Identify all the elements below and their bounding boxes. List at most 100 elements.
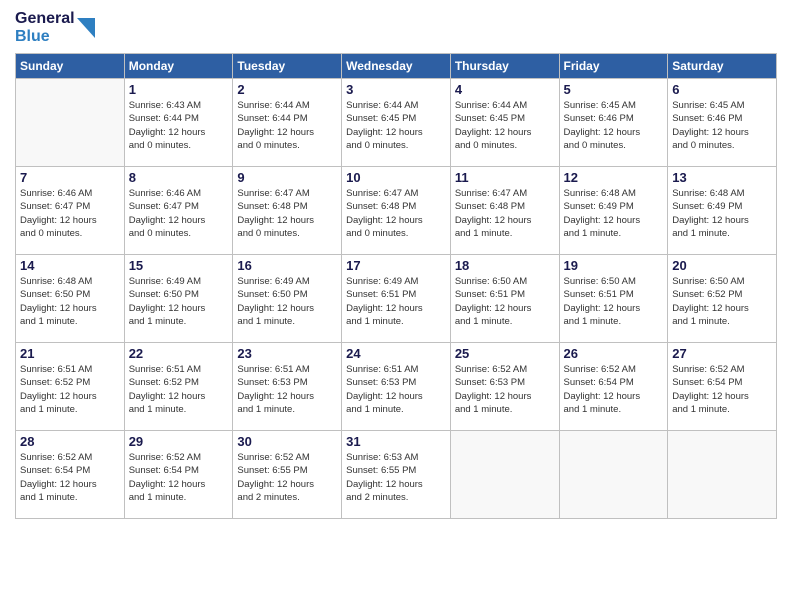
day-info: Sunrise: 6:52 AM Sunset: 6:54 PM Dayligh… [129, 451, 229, 504]
calendar-header-sunday: Sunday [16, 54, 125, 79]
calendar-header-monday: Monday [124, 54, 233, 79]
day-info: Sunrise: 6:48 AM Sunset: 6:49 PM Dayligh… [564, 187, 664, 240]
day-info: Sunrise: 6:47 AM Sunset: 6:48 PM Dayligh… [455, 187, 555, 240]
day-number: 9 [237, 170, 337, 185]
day-number: 1 [129, 82, 229, 97]
calendar-cell: 6Sunrise: 6:45 AM Sunset: 6:46 PM Daylig… [668, 79, 777, 167]
day-info: Sunrise: 6:50 AM Sunset: 6:52 PM Dayligh… [672, 275, 772, 328]
day-info: Sunrise: 6:51 AM Sunset: 6:52 PM Dayligh… [20, 363, 120, 416]
calendar-cell: 8Sunrise: 6:46 AM Sunset: 6:47 PM Daylig… [124, 167, 233, 255]
day-info: Sunrise: 6:47 AM Sunset: 6:48 PM Dayligh… [346, 187, 446, 240]
calendar: SundayMondayTuesdayWednesdayThursdayFrid… [15, 53, 777, 519]
calendar-cell: 3 Sunrise: 6:44 AM Sunset: 6:45 PM Daylig… [342, 79, 451, 167]
calendar-header-friday: Friday [559, 54, 668, 79]
calendar-cell: 18 Sunrise: 6:50 AM Sunset: 6:51 PM Dayli… [450, 255, 559, 343]
day-info: Sunrise: 6:49 AM Sunset: 6:50 PM Dayligh… [237, 275, 337, 328]
day-info: Sunrise: 6:51 AM Sunset: 6:52 PM Dayligh… [129, 363, 229, 416]
day-info: Sunrise: 6:50 AM Sunset: 6:51 PM Dayligh… [455, 275, 555, 328]
day-info: Sunrise: 6:44 AM Sunset: 6:45 PM Dayligh… [346, 99, 446, 152]
day-info: Sunrise: 6:43 AM Sunset: 6:44 PM Dayligh… [129, 99, 229, 152]
day-number: 2 [237, 82, 337, 97]
calendar-cell: 4 Sunrise: 6:44 AM Sunset: 6:45 PM Daylig… [450, 79, 559, 167]
day-number: 25 [455, 346, 555, 361]
day-number: 3 [346, 82, 446, 97]
calendar-week-3: 14Sunrise: 6:48 AM Sunset: 6:50 PM Dayli… [16, 255, 777, 343]
day-number: 20 [672, 258, 772, 273]
day-info: Sunrise: 6:45 AM Sunset: 6:46 PM Dayligh… [564, 99, 664, 152]
day-number: 12 [564, 170, 664, 185]
calendar-week-2: 7 Sunrise: 6:46 AM Sunset: 6:47 PM Daylig… [16, 167, 777, 255]
day-number: 7 [20, 170, 120, 185]
calendar-cell: 5 Sunrise: 6:45 AM Sunset: 6:46 PM Daylig… [559, 79, 668, 167]
day-info: Sunrise: 6:52 AM Sunset: 6:54 PM Dayligh… [564, 363, 664, 416]
calendar-cell [559, 431, 668, 519]
calendar-cell: 20 Sunrise: 6:50 AM Sunset: 6:52 PM Dayli… [668, 255, 777, 343]
day-info: Sunrise: 6:44 AM Sunset: 6:45 PM Dayligh… [455, 99, 555, 152]
calendar-header-thursday: Thursday [450, 54, 559, 79]
calendar-header-row: SundayMondayTuesdayWednesdayThursdayFrid… [16, 54, 777, 79]
calendar-cell: 29 Sunrise: 6:52 AM Sunset: 6:54 PM Dayli… [124, 431, 233, 519]
day-info: Sunrise: 6:44 AM Sunset: 6:44 PM Dayligh… [237, 99, 337, 152]
calendar-cell: 21Sunrise: 6:51 AM Sunset: 6:52 PM Dayli… [16, 343, 125, 431]
day-info: Sunrise: 6:48 AM Sunset: 6:49 PM Dayligh… [672, 187, 772, 240]
day-number: 5 [564, 82, 664, 97]
calendar-cell: 15Sunrise: 6:49 AM Sunset: 6:50 PM Dayli… [124, 255, 233, 343]
day-info: Sunrise: 6:46 AM Sunset: 6:47 PM Dayligh… [20, 187, 120, 240]
calendar-cell [668, 431, 777, 519]
day-number: 18 [455, 258, 555, 273]
calendar-cell: 19 Sunrise: 6:50 AM Sunset: 6:51 PM Dayli… [559, 255, 668, 343]
day-number: 11 [455, 170, 555, 185]
calendar-week-4: 21Sunrise: 6:51 AM Sunset: 6:52 PM Dayli… [16, 343, 777, 431]
calendar-cell: 10 Sunrise: 6:47 AM Sunset: 6:48 PM Dayli… [342, 167, 451, 255]
calendar-header-tuesday: Tuesday [233, 54, 342, 79]
calendar-cell: 11 Sunrise: 6:47 AM Sunset: 6:48 PM Dayli… [450, 167, 559, 255]
day-number: 23 [237, 346, 337, 361]
calendar-cell: 30 Sunrise: 6:52 AM Sunset: 6:55 PM Dayli… [233, 431, 342, 519]
calendar-header-wednesday: Wednesday [342, 54, 451, 79]
day-number: 6 [672, 82, 772, 97]
logo-chevron-icon [77, 14, 95, 42]
calendar-cell: 23Sunrise: 6:51 AM Sunset: 6:53 PM Dayli… [233, 343, 342, 431]
day-number: 17 [346, 258, 446, 273]
calendar-cell: 22 Sunrise: 6:51 AM Sunset: 6:52 PM Dayli… [124, 343, 233, 431]
calendar-cell [450, 431, 559, 519]
calendar-cell [16, 79, 125, 167]
day-info: Sunrise: 6:51 AM Sunset: 6:53 PM Dayligh… [346, 363, 446, 416]
day-info: Sunrise: 6:53 AM Sunset: 6:55 PM Dayligh… [346, 451, 446, 504]
page-container: General Blue SundayMondayTuesdayWednesda… [0, 0, 792, 612]
day-number: 27 [672, 346, 772, 361]
calendar-cell: 14Sunrise: 6:48 AM Sunset: 6:50 PM Dayli… [16, 255, 125, 343]
day-number: 13 [672, 170, 772, 185]
day-info: Sunrise: 6:50 AM Sunset: 6:51 PM Dayligh… [564, 275, 664, 328]
calendar-cell: 31 Sunrise: 6:53 AM Sunset: 6:55 PM Dayli… [342, 431, 451, 519]
day-number: 4 [455, 82, 555, 97]
day-info: Sunrise: 6:52 AM Sunset: 6:55 PM Dayligh… [237, 451, 337, 504]
day-number: 26 [564, 346, 664, 361]
day-info: Sunrise: 6:52 AM Sunset: 6:54 PM Dayligh… [672, 363, 772, 416]
calendar-week-5: 28Sunrise: 6:52 AM Sunset: 6:54 PM Dayli… [16, 431, 777, 519]
calendar-week-1: 1 Sunrise: 6:43 AM Sunset: 6:44 PM Daylig… [16, 79, 777, 167]
day-info: Sunrise: 6:52 AM Sunset: 6:54 PM Dayligh… [20, 451, 120, 504]
day-number: 22 [129, 346, 229, 361]
day-info: Sunrise: 6:49 AM Sunset: 6:51 PM Dayligh… [346, 275, 446, 328]
day-info: Sunrise: 6:47 AM Sunset: 6:48 PM Dayligh… [237, 187, 337, 240]
day-number: 16 [237, 258, 337, 273]
logo: General Blue [15, 10, 95, 45]
calendar-cell: 2 Sunrise: 6:44 AM Sunset: 6:44 PM Daylig… [233, 79, 342, 167]
day-number: 19 [564, 258, 664, 273]
calendar-cell: 28Sunrise: 6:52 AM Sunset: 6:54 PM Dayli… [16, 431, 125, 519]
calendar-cell: 16 Sunrise: 6:49 AM Sunset: 6:50 PM Dayli… [233, 255, 342, 343]
logo-text: General Blue [15, 10, 95, 45]
calendar-cell: 12 Sunrise: 6:48 AM Sunset: 6:49 PM Dayli… [559, 167, 668, 255]
day-number: 29 [129, 434, 229, 449]
day-number: 15 [129, 258, 229, 273]
calendar-cell: 26 Sunrise: 6:52 AM Sunset: 6:54 PM Dayli… [559, 343, 668, 431]
day-number: 31 [346, 434, 446, 449]
calendar-cell: 1 Sunrise: 6:43 AM Sunset: 6:44 PM Daylig… [124, 79, 233, 167]
calendar-cell: 17 Sunrise: 6:49 AM Sunset: 6:51 PM Dayli… [342, 255, 451, 343]
day-number: 24 [346, 346, 446, 361]
day-number: 30 [237, 434, 337, 449]
day-number: 10 [346, 170, 446, 185]
calendar-cell: 25Sunrise: 6:52 AM Sunset: 6:53 PM Dayli… [450, 343, 559, 431]
calendar-header-saturday: Saturday [668, 54, 777, 79]
